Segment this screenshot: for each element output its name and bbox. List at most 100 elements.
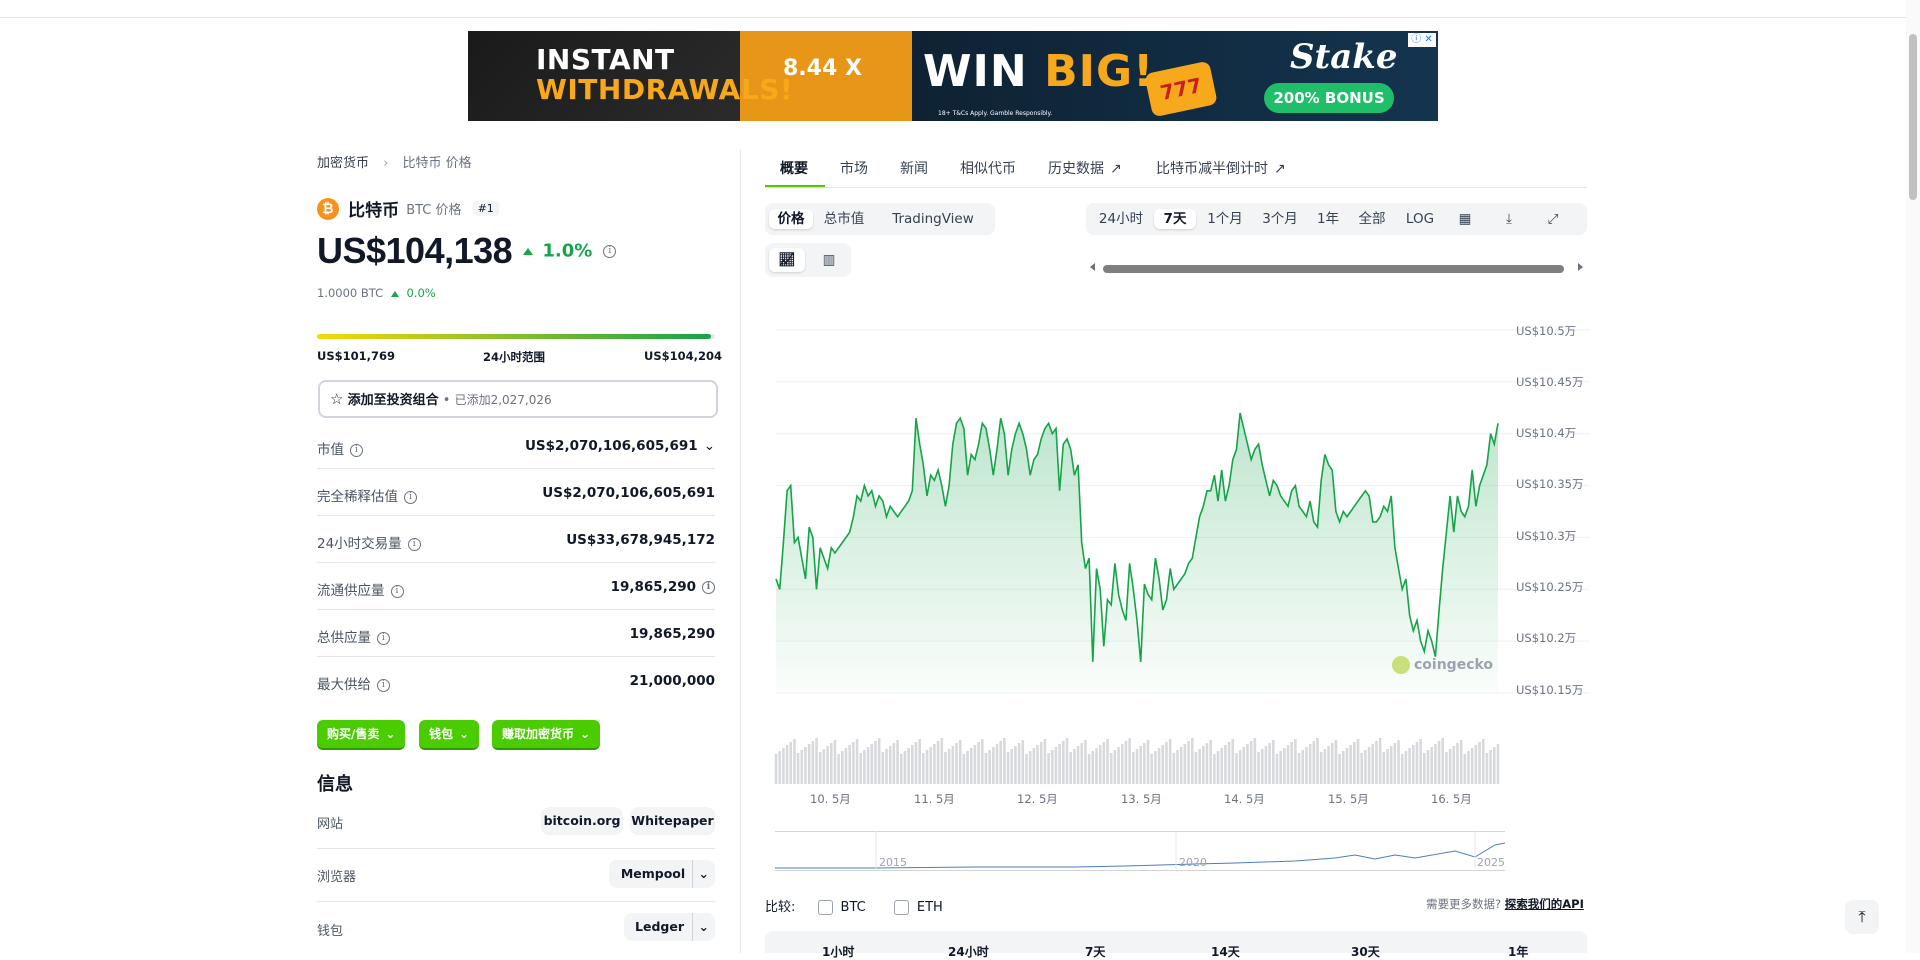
volume-bar (958, 740, 962, 784)
api-link[interactable]: 探索我们的API (1505, 897, 1584, 911)
volume-bar (962, 754, 966, 784)
x-tick-label: 10. 5月 (810, 792, 851, 806)
x-tick-label: 12. 5月 (1017, 792, 1058, 806)
volume-bar (844, 748, 848, 784)
volume-bar (1128, 738, 1131, 784)
volume-bar (1176, 750, 1179, 784)
volume-bar (1400, 754, 1404, 784)
volume-bar (1102, 742, 1106, 784)
volume-bar (1050, 750, 1054, 784)
price-chart[interactable] (0, 0, 1920, 953)
volume-bar (1117, 747, 1120, 784)
volume-bar (1338, 754, 1341, 784)
volume-bar (826, 746, 829, 784)
volume-bar (1327, 746, 1330, 784)
volume-bar (881, 752, 885, 784)
volume-bar (1106, 739, 1109, 784)
volume-bar (1157, 748, 1161, 784)
compare-btc-option[interactable]: BTC (817, 900, 866, 915)
volume-bar (955, 743, 958, 784)
page-scrollbar-thumb[interactable] (1909, 34, 1917, 200)
volume-bar (1437, 741, 1441, 784)
volume-bar (1467, 751, 1470, 784)
volume-bar (933, 744, 936, 784)
volume-bar (1389, 746, 1393, 784)
volume-bar (885, 749, 888, 784)
volume-bar (977, 742, 980, 784)
scroll-to-top-button[interactable]: ⤒ (1845, 900, 1879, 934)
volume-bar (848, 745, 851, 784)
x-tick-label: 15. 5月 (1328, 792, 1369, 806)
volume-bar (1341, 751, 1345, 784)
volume-bar (1220, 748, 1224, 784)
volume-bar (1006, 752, 1010, 784)
api-promo-text: 需要更多数据? (1426, 897, 1502, 911)
volume-bar (969, 748, 973, 784)
y-tick-label: US$10.15万 (1516, 683, 1584, 697)
volume-bar (778, 751, 781, 784)
volume-bar (1393, 743, 1397, 784)
volume-bar (1485, 753, 1489, 784)
volume-bar (1489, 750, 1492, 784)
volume-bar (829, 743, 833, 784)
volume-bar (896, 740, 899, 784)
coingecko-watermark: coingecko (1392, 656, 1493, 674)
svg-text:2015: 2015 (879, 856, 907, 869)
volume-bar (1411, 745, 1415, 784)
volume-bar (1098, 745, 1102, 784)
perf-col-1y: 1年 (1508, 945, 1529, 959)
volume-bar (782, 748, 785, 784)
volume-bar (907, 748, 910, 784)
x-tick-label: 14. 5月 (1224, 792, 1265, 806)
volume-bar (1474, 745, 1478, 784)
volume-bar (1290, 742, 1294, 784)
volume-bar (1415, 742, 1419, 784)
volume-bar (1404, 751, 1408, 784)
volume-bar (1430, 747, 1433, 784)
volume-bar (929, 747, 933, 784)
volume-bar (1028, 751, 1032, 784)
volume-bar (1246, 744, 1249, 784)
volume-bar (1017, 743, 1021, 784)
volume-bar (1297, 753, 1301, 784)
volume-bar (1375, 741, 1378, 784)
volume-bar (1080, 743, 1084, 784)
volume-bar (1360, 753, 1364, 784)
volume-bar (1301, 750, 1305, 784)
volume-bar (1268, 743, 1271, 784)
navigator-sparkline: 2015 2020 2025 (775, 831, 1505, 869)
volume-bar (992, 747, 995, 784)
volume-bar (903, 751, 907, 784)
volume-bar (815, 738, 818, 784)
volume-bar (774, 754, 778, 784)
volume-bar (1419, 739, 1422, 784)
volume-bar (1353, 742, 1356, 784)
volume-bar (1194, 752, 1198, 784)
volume-bar (822, 749, 826, 784)
volume-bar (1323, 749, 1327, 784)
volume-bar (925, 750, 929, 784)
y-tick-label: US$10.45万 (1516, 375, 1584, 389)
volume-bar (1187, 741, 1190, 784)
compare-eth-option[interactable]: ETH (893, 900, 943, 915)
checkbox-icon[interactable] (893, 900, 909, 915)
volume-bar (833, 740, 837, 784)
volume-bar (1305, 747, 1308, 784)
volume-bar (1062, 741, 1065, 784)
perf-col-7d: 7天 (1085, 945, 1106, 959)
volume-bar (1445, 752, 1448, 784)
volume-bar (1364, 750, 1367, 784)
volume-bar (1069, 752, 1072, 784)
volume-bar (1091, 751, 1095, 784)
volume-bar (973, 745, 977, 784)
volume-bar (1120, 744, 1124, 784)
volume-bar (1463, 754, 1467, 784)
volume-bar (1316, 738, 1319, 784)
y-tick-label: US$10.25万 (1516, 580, 1584, 594)
volume-bar (1146, 740, 1150, 784)
volume-bar (1249, 741, 1253, 784)
compare-label: 比较: (765, 900, 796, 915)
checkbox-icon[interactable] (817, 900, 833, 915)
volume-bar (793, 739, 796, 784)
volume-bar (1434, 744, 1437, 784)
